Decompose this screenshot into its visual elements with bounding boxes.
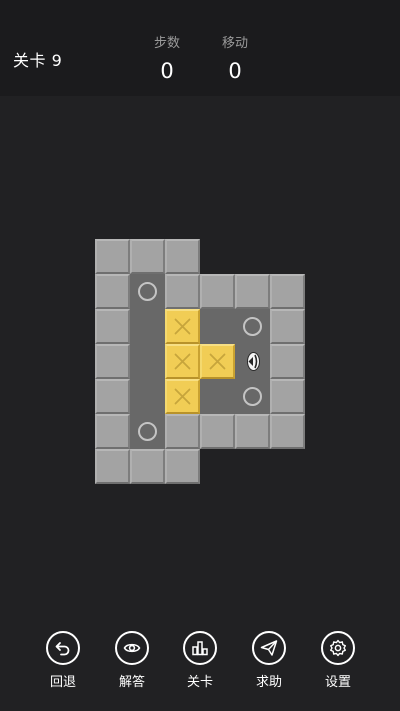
player-icon xyxy=(247,352,260,371)
game-board[interactable] xyxy=(0,0,400,711)
help-button[interactable]: 求助 xyxy=(239,631,299,690)
floor-tile xyxy=(130,309,165,344)
player-character[interactable] xyxy=(235,344,270,379)
wall-tile xyxy=(270,344,305,379)
undo-label: 回退 xyxy=(49,675,76,690)
goal-tile xyxy=(235,309,270,344)
goal-ring-icon xyxy=(138,422,157,441)
crate-x-icon xyxy=(174,353,191,370)
floor-tile xyxy=(200,309,235,344)
goal-tile xyxy=(235,379,270,414)
help-label: 求助 xyxy=(255,675,282,690)
goal-tile xyxy=(130,414,165,449)
crate-box xyxy=(165,344,200,379)
wall-tile xyxy=(95,309,130,344)
goal-ring-icon xyxy=(243,317,262,336)
floor-tile xyxy=(130,344,165,379)
solution-label: 解答 xyxy=(118,675,145,690)
wall-tile xyxy=(95,344,130,379)
undo-button[interactable]: 回退 xyxy=(33,631,93,690)
wall-tile xyxy=(200,414,235,449)
wall-tile xyxy=(95,414,130,449)
floor-tile xyxy=(200,379,235,414)
crate-box xyxy=(165,379,200,414)
eye-icon xyxy=(115,631,149,665)
wall-tile xyxy=(165,274,200,309)
wall-tile xyxy=(95,449,130,484)
bottom-toolbar: 回退 解答 关卡 求助 设置 xyxy=(0,631,400,711)
settings-label: 设置 xyxy=(324,675,351,690)
wall-tile xyxy=(165,414,200,449)
wall-tile xyxy=(95,379,130,414)
gear-icon xyxy=(321,631,355,665)
crate-x-icon xyxy=(174,388,191,405)
floor-tile xyxy=(130,379,165,414)
wall-tile xyxy=(95,239,130,274)
levels-icon xyxy=(183,631,217,665)
levels-label: 关卡 xyxy=(186,675,213,690)
settings-button[interactable]: 设置 xyxy=(308,631,368,690)
levels-button[interactable]: 关卡 xyxy=(170,631,230,690)
paper-plane-icon xyxy=(252,631,286,665)
wall-tile xyxy=(165,239,200,274)
wall-tile xyxy=(130,449,165,484)
wall-tile xyxy=(235,274,270,309)
goal-tile xyxy=(130,274,165,309)
solution-button[interactable]: 解答 xyxy=(102,631,162,690)
wall-tile xyxy=(270,274,305,309)
crate-box xyxy=(200,344,235,379)
crate-x-icon xyxy=(209,353,226,370)
crate-x-icon xyxy=(174,318,191,335)
wall-tile xyxy=(95,274,130,309)
goal-ring-icon xyxy=(243,387,262,406)
crate-box xyxy=(165,309,200,344)
wall-tile xyxy=(130,239,165,274)
undo-icon xyxy=(46,631,80,665)
goal-ring-icon xyxy=(138,282,157,301)
wall-tile xyxy=(270,379,305,414)
wall-tile xyxy=(200,274,235,309)
wall-tile xyxy=(270,309,305,344)
wall-tile xyxy=(270,414,305,449)
wall-tile xyxy=(165,449,200,484)
wall-tile xyxy=(235,414,270,449)
